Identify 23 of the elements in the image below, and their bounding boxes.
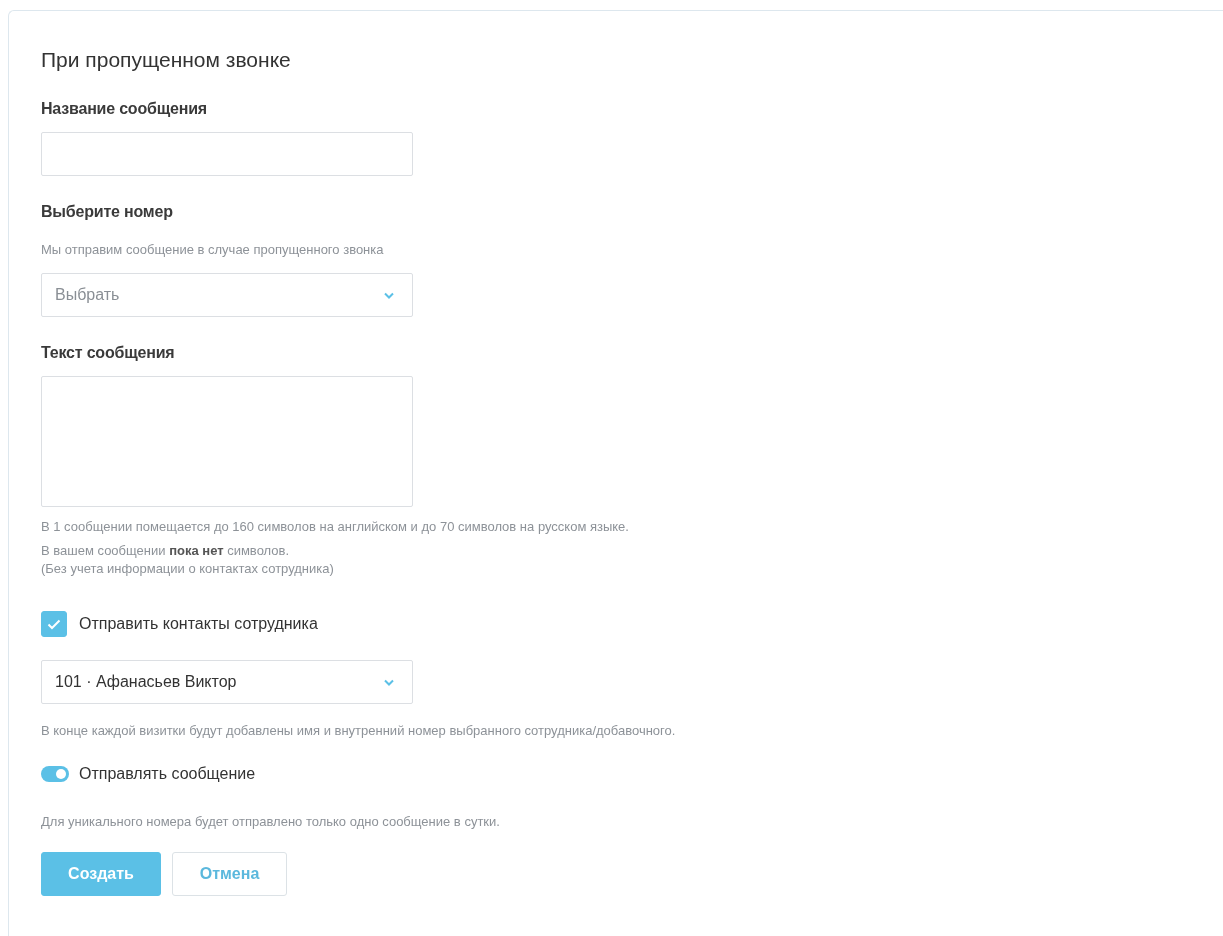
toggle-switch[interactable] — [41, 766, 69, 782]
field-label: Текст сообщения — [41, 343, 176, 363]
name-input-field[interactable] — [41, 132, 413, 176]
field-label: Название сообщения — [41, 99, 208, 119]
cancel-button[interactable]: Отмена — [172, 852, 287, 896]
checkbox[interactable] — [41, 611, 67, 637]
checkmark-icon — [47, 618, 61, 630]
chevron-down-icon — [384, 291, 394, 299]
create-button[interactable]: Создать — [41, 852, 161, 896]
form-title: При пропущенном звонке — [41, 47, 292, 72]
message-text-area[interactable] — [41, 376, 413, 507]
field-hint: Мы отправим сообщение в случае пропущенного звонка — [41, 241, 385, 259]
checkbox-label: Отправить контакты сотрудника — [79, 615, 318, 633]
chevron-down-icon — [384, 678, 394, 686]
info-text: В конце каждой визитки будут добавлены имя и внутренний номер выбранного сотрудника/добавочного. — [41, 722, 677, 740]
employee-dropdown[interactable]: 101 · Афанасьев Виктор — [41, 660, 413, 704]
number-dropdown[interactable]: Выбрать — [41, 273, 413, 317]
info-text: В 1 сообщении помещается до 160 символов на английском и до 70 символов на русском языке. — [41, 518, 630, 536]
toggle-label: Отправлять сообщение — [79, 765, 256, 783]
field-label: Выберите номер — [41, 202, 174, 222]
info-text: Для уникального номера будет отправлено только одно сообщение в сутки. — [41, 813, 501, 831]
info-text: В вашем сообщении пока нет символов. — [41, 542, 291, 560]
info-text: (Без учета информации о контактах сотрудника) — [41, 560, 335, 578]
